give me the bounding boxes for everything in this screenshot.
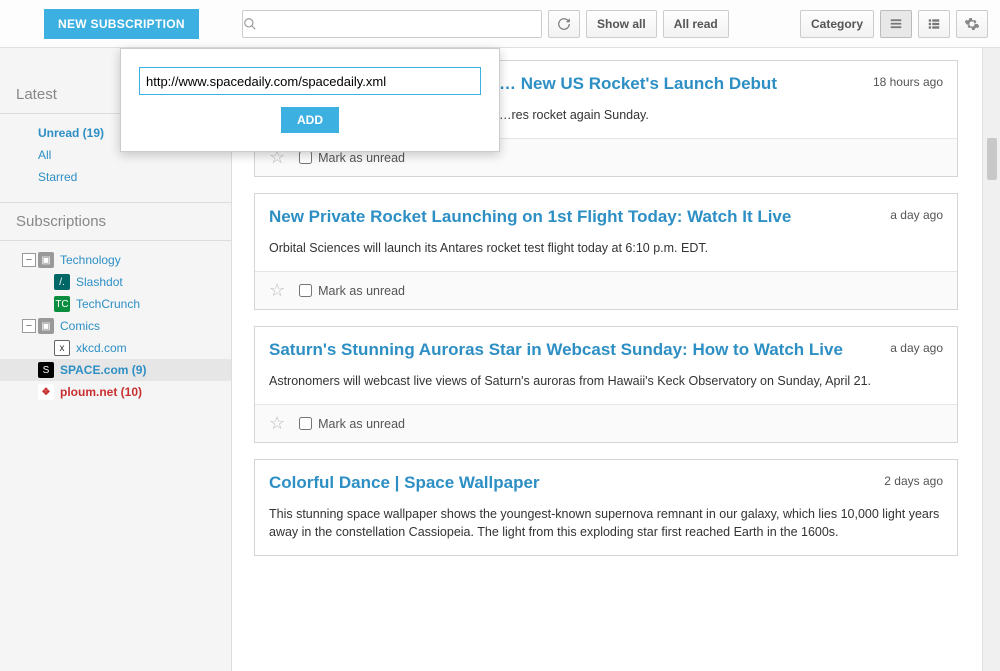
tree-label: ploum.net (10): [60, 385, 142, 399]
star-icon[interactable]: ☆: [269, 280, 285, 301]
feed-icon: ❖: [38, 384, 54, 400]
search-icon: [243, 17, 267, 31]
tree-label: Comics: [60, 319, 100, 333]
mark-unread-label: Mark as unread: [318, 151, 405, 165]
article-time: 2 days ago: [884, 472, 943, 495]
search-input[interactable]: [267, 11, 541, 37]
category-button[interactable]: Category: [800, 10, 874, 38]
article-time: a day ago: [890, 206, 943, 229]
mark-unread-label: Mark as unread: [318, 417, 405, 431]
new-subscription-popup: ADD: [120, 48, 500, 152]
tree-feed-ploum[interactable]: ❖ ploum.net (10): [0, 381, 231, 403]
mark-unread[interactable]: Mark as unread: [299, 417, 405, 431]
mark-unread-checkbox[interactable]: [299, 284, 312, 297]
article-title[interactable]: Colorful Dance | Space Wallpaper: [269, 472, 864, 495]
subscription-url-input[interactable]: [139, 67, 481, 95]
article-card: Colorful Dance | Space Wallpaper 2 days …: [254, 459, 958, 556]
tree-feed-slashdot[interactable]: /. Slashdot: [0, 271, 231, 293]
view-compact-button[interactable]: [918, 10, 950, 38]
tree-label: SPACE.com (9): [60, 363, 146, 377]
tree-folder-comics[interactable]: − ▣ Comics: [0, 315, 231, 337]
tree-folder-technology[interactable]: − ▣ Technology: [0, 249, 231, 271]
tree-label: TechCrunch: [76, 297, 140, 311]
refresh-button[interactable]: [548, 10, 580, 38]
article-body: Orbital Sciences will launch its Antares…: [255, 235, 957, 271]
mark-unread[interactable]: Mark as unread: [299, 284, 405, 298]
mark-unread-checkbox[interactable]: [299, 151, 312, 164]
tree-label: Technology: [60, 253, 121, 267]
tree-label: Slashdot: [76, 275, 123, 289]
article-time: 18 hours ago: [873, 73, 943, 96]
show-all-button[interactable]: Show all: [586, 10, 657, 38]
feed-icon: S: [38, 362, 54, 378]
collapse-icon[interactable]: −: [22, 253, 36, 267]
add-subscription-button[interactable]: ADD: [281, 107, 339, 133]
tree-feed-techcrunch[interactable]: TC TechCrunch: [0, 293, 231, 315]
feed-icon: TC: [54, 296, 70, 312]
tree-feed-space[interactable]: S SPACE.com (9): [0, 359, 231, 381]
collapse-icon[interactable]: −: [22, 319, 36, 333]
view-list-button[interactable]: [880, 10, 912, 38]
folder-icon: ▣: [38, 318, 54, 334]
feed-icon: /.: [54, 274, 70, 290]
new-subscription-button[interactable]: NEW SUBSCRIPTION: [44, 9, 199, 39]
article-title[interactable]: Saturn's Stunning Auroras Star in Webcas…: [269, 339, 870, 362]
feed-icon: x: [54, 340, 70, 356]
article-time: a day ago: [890, 339, 943, 362]
settings-button[interactable]: [956, 10, 988, 38]
article-body: Astronomers will webcast live views of S…: [255, 368, 957, 404]
tree-label: xkcd.com: [76, 341, 127, 355]
mark-unread[interactable]: Mark as unread: [299, 151, 405, 165]
subscriptions-header: Subscriptions: [0, 202, 231, 241]
scrollbar[interactable]: [982, 48, 1000, 671]
mark-unread-label: Mark as unread: [318, 284, 405, 298]
article-card: Saturn's Stunning Auroras Star in Webcas…: [254, 326, 958, 443]
tree-feed-xkcd[interactable]: x xkcd.com: [0, 337, 231, 359]
article-title[interactable]: New Private Rocket Launching on 1st Flig…: [269, 206, 870, 229]
all-read-button[interactable]: All read: [663, 10, 729, 38]
folder-icon: ▣: [38, 252, 54, 268]
article-card: New Private Rocket Launching on 1st Flig…: [254, 193, 958, 310]
article-body: This stunning space wallpaper shows the …: [255, 501, 957, 555]
scrollbar-thumb[interactable]: [987, 138, 997, 180]
star-icon[interactable]: ☆: [269, 413, 285, 434]
sidebar-item-starred[interactable]: Starred: [0, 166, 231, 188]
search-box: [242, 10, 542, 38]
mark-unread-checkbox[interactable]: [299, 417, 312, 430]
